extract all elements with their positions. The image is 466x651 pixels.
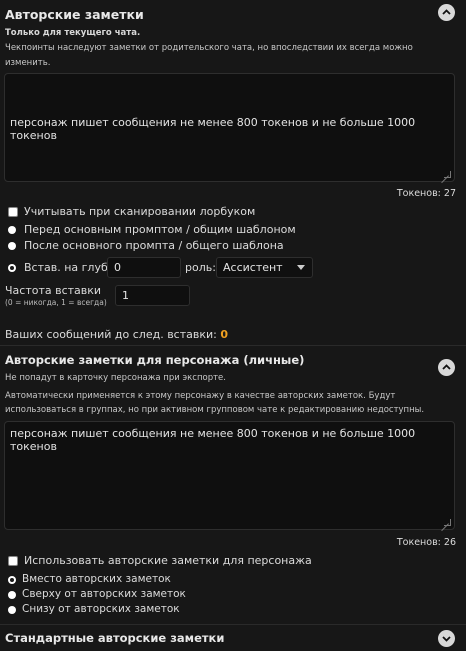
character-note-token-count: Токенов: 26 <box>396 537 456 548</box>
messages-until-value: 0 <box>220 328 229 341</box>
checkpoint-note-line2: изменить. <box>5 58 51 68</box>
role-value: Ассистент <box>223 261 283 274</box>
char-above-label: Сверху от авторских заметок <box>22 588 186 600</box>
frequency-input[interactable]: 1 <box>115 285 190 306</box>
default-note-title: Стандартные авторские заметки <box>5 631 225 645</box>
authors-note-text: персонаж пишет сообщения не менее 800 то… <box>10 116 416 142</box>
chevron-down-icon <box>442 636 451 642</box>
resize-handle[interactable] <box>444 171 451 178</box>
char-above-radio[interactable] <box>8 591 16 599</box>
position-depth-label: Встав. на глуб. <box>24 261 112 274</box>
role-label: роль: <box>185 261 216 274</box>
depth-input[interactable]: 0 <box>107 257 181 278</box>
char-below-label: Снизу от авторских заметок <box>22 603 180 615</box>
section-divider <box>0 624 466 625</box>
authors-note-title: Авторские заметки <box>5 7 144 22</box>
lorebook-scan-label: Учитывать при сканировании лорбуком <box>24 205 256 218</box>
character-desc-line2: использоваться в группах, но при активно… <box>5 405 425 415</box>
position-before-radio[interactable] <box>8 226 16 234</box>
character-desc-line1: Автоматически применяется к этому персон… <box>5 391 396 401</box>
collapse-toggle[interactable] <box>438 4 455 21</box>
role-select[interactable]: Ассистент <box>216 257 313 278</box>
frequency-label: Частота вставки <box>5 284 102 297</box>
character-collapse-toggle[interactable] <box>438 359 455 376</box>
position-after-radio[interactable] <box>8 242 16 250</box>
lorebook-scan-checkbox[interactable] <box>8 207 18 217</box>
char-instead-label: Вместо авторских заметок <box>22 573 171 585</box>
character-note-textarea[interactable]: персонаж пишет сообщения не менее 800 то… <box>4 421 455 530</box>
chat-only-note: Только для текущего чата. <box>5 28 141 38</box>
chevron-up-icon <box>442 9 451 15</box>
resize-handle[interactable] <box>444 519 451 526</box>
position-before-label: Перед основным промптом / общим шаблоном <box>24 223 296 236</box>
char-instead-radio[interactable] <box>8 576 16 584</box>
chevron-up-icon <box>442 364 451 370</box>
position-after-label: После основного промпта / общего шаблона <box>24 239 284 252</box>
use-character-note-label: Использовать авторские заметки для персо… <box>24 554 312 567</box>
caret-down-icon <box>297 265 305 270</box>
section-divider <box>0 345 466 346</box>
position-depth-radio[interactable] <box>8 264 16 272</box>
character-note-title: Авторские заметки для персонажа (личные) <box>5 353 305 367</box>
messages-until-label: Ваших сообщений до след. вставки: <box>5 328 217 341</box>
use-character-note-checkbox[interactable] <box>8 556 18 566</box>
authors-note-token-count: Токенов: 27 <box>396 188 456 199</box>
authors-note-textarea[interactable]: персонаж пишет сообщения не менее 800 то… <box>4 73 455 182</box>
character-note-text: персонаж пишет сообщения не менее 800 то… <box>10 427 416 453</box>
export-note: Не попадут в карточку персонажа при эксп… <box>5 373 226 383</box>
messages-until-insert: Ваших сообщений до след. вставки: 0 <box>5 328 228 341</box>
default-expand-toggle[interactable] <box>438 630 455 647</box>
checkpoint-note-line1: Чекпоинты наследуют заметки от родительс… <box>5 43 413 53</box>
frequency-hint: (0 = никогда, 1 = всегда) <box>5 298 107 307</box>
char-below-radio[interactable] <box>8 606 16 614</box>
